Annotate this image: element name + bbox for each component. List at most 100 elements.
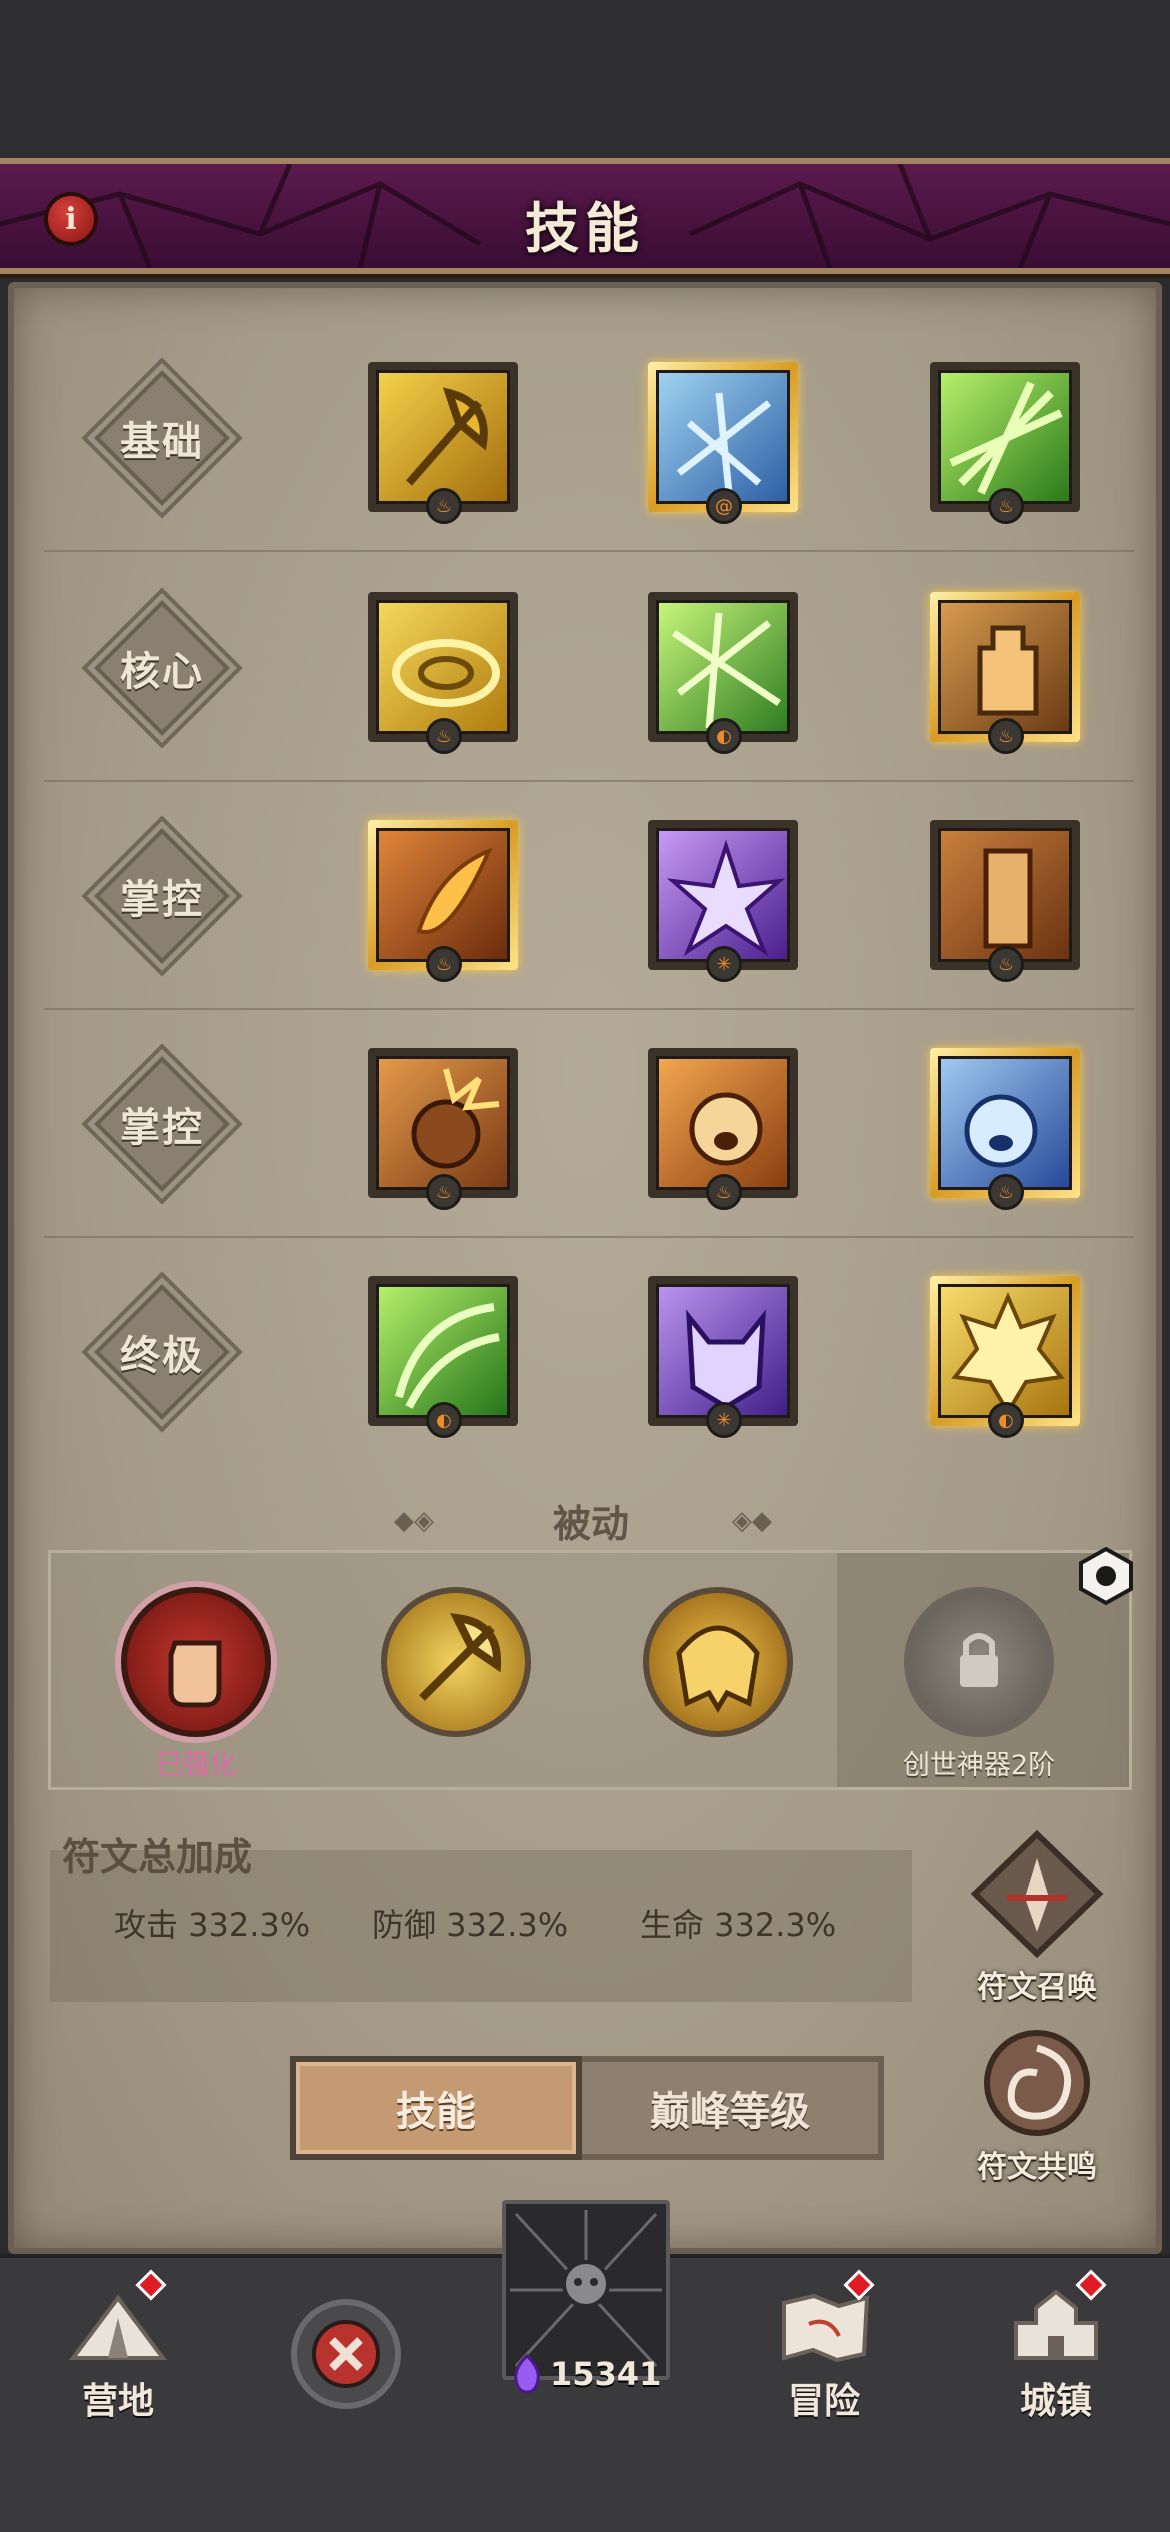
passive-orb-fist[interactable] (121, 1587, 271, 1737)
rune-summon-icon (970, 1829, 1104, 1959)
skill-slot-war-cry[interactable]: ♨ (648, 1048, 798, 1210)
skill-slot-rage[interactable]: ♨ (368, 1048, 518, 1210)
row-label: 终极 (120, 1333, 204, 1379)
passive-skills-box: 已强化 创世神器2阶 (48, 1546, 1133, 1790)
gem-currency: 15341 (510, 2352, 670, 2396)
skill-slot-axe-gold[interactable]: ♨ (368, 362, 518, 524)
row-label-diamond: 基础 (92, 368, 232, 508)
fire-rune-icon: ♨ (988, 1174, 1024, 1210)
frost-shout-skill-icon (964, 1094, 1038, 1168)
rune-summon-button[interactable]: 符文召唤 (952, 1828, 1122, 2006)
earth-pillar-skill-icon (983, 848, 1033, 949)
skill-slot-leap[interactable]: ◐ (368, 1276, 518, 1438)
wind-slash-skill-icon (949, 381, 1063, 495)
passive-orb-axe[interactable] (381, 1587, 531, 1737)
star-rune-icon: ✳ (706, 1402, 742, 1438)
fire-rune-icon: ♨ (988, 946, 1024, 982)
skill-row-ultimate: 终极 ◐ ✳ ◐ (54, 1242, 1134, 1470)
axe-skill-icon (405, 387, 488, 486)
ice-blade-skill-icon (676, 392, 772, 494)
skill-row-core: 核心 ♨ ◐ ♨ (54, 558, 1134, 786)
rune-resonance-label: 符文共鸣 (977, 2150, 1097, 2185)
tab-peak-level[interactable]: 巅峰等级 (582, 2056, 884, 2160)
row-label-diamond: 核心 (92, 598, 232, 738)
fire-rune-icon: ♨ (706, 1174, 742, 1210)
whirlwind-skill-icon (392, 639, 500, 707)
row-divider (44, 780, 1134, 782)
defense-stat: 防御 332.3% (372, 1906, 569, 1944)
rune-resonance-button[interactable]: 符文共鸣 (952, 2028, 1122, 2186)
row-label-diamond: 掌控 (92, 1054, 232, 1194)
tab-skills[interactable]: 技能 (290, 2056, 582, 2160)
attack-stat: 攻击 332.3% (114, 1906, 311, 1944)
passive-orb-locked[interactable] (904, 1587, 1054, 1737)
leap-skill-icon (395, 1303, 500, 1409)
orb-label-locked: 创世神器2阶 (902, 1750, 1056, 1781)
ancient-wrath-skill-icon (951, 1291, 1065, 1415)
nav-close[interactable] (266, 2294, 426, 2418)
close-icon (291, 2299, 401, 2409)
skills-panel: 基础 ♨ @ ♨ 核心 ♨ ◐ ♨ 掌控 ♨ ✳ ♨ 掌控 ♨ ♨ ♨ 终极 ◐… (8, 282, 1162, 2254)
health-stat: 生命 332.3% (640, 1906, 837, 1944)
skill-slot-storm-slash[interactable]: ◐ (648, 592, 798, 754)
rage-skill-icon (411, 1068, 500, 1169)
skill-slot-void-burst[interactable]: ✳ (648, 820, 798, 982)
tent-icon (69, 2294, 167, 2360)
skill-slot-wind-slash[interactable]: ♨ (930, 362, 1080, 524)
nav-town[interactable]: 城镇 (976, 2288, 1136, 2424)
skill-slot-ancient-wrath[interactable]: ◐ (930, 1276, 1080, 1438)
skill-row-mastery-2: 掌控 ♨ ♨ ♨ (54, 1014, 1134, 1242)
fire-charge-skill-icon (416, 847, 493, 934)
skill-slot-totem[interactable]: ♨ (930, 592, 1080, 754)
skill-slot-whirlwind[interactable]: ♨ (368, 592, 518, 754)
lock-icon (960, 1633, 998, 1687)
skill-slot-fire-charge[interactable]: ♨ (368, 820, 518, 982)
fire-rune-icon: ♨ (988, 488, 1024, 524)
war-cry-skill-icon (689, 1092, 763, 1166)
artifact-icon[interactable] (1075, 1545, 1137, 1607)
claw-rune-icon: ◐ (426, 1402, 462, 1438)
fire-rune-icon: ♨ (426, 488, 462, 524)
fire-rune-icon: ♨ (988, 718, 1024, 754)
fire-rune-icon: ♨ (426, 718, 462, 754)
skull-portal-icon (510, 2210, 662, 2368)
map-icon (782, 2293, 870, 2363)
demon-call-skill-icon (686, 1309, 766, 1410)
helmet-icon (676, 1625, 760, 1713)
star-rune-icon: ✳ (706, 946, 742, 982)
fire-rune-icon: ♨ (426, 1174, 462, 1210)
row-label: 掌控 (120, 877, 204, 923)
passive-orb-helmet[interactable] (643, 1587, 793, 1737)
claw-rune-icon: ◐ (706, 718, 742, 754)
void-burst-skill-icon (666, 839, 786, 957)
row-label-diamond: 终极 (92, 1282, 232, 1422)
claw-rune-icon: ◐ (988, 1402, 1024, 1438)
rune-resonance-icon (984, 2030, 1090, 2136)
fist-icon (168, 1640, 222, 1708)
header-banner: i 技能 (0, 158, 1170, 274)
skill-slot-demon-call[interactable]: ✳ (648, 1276, 798, 1438)
skill-slot-frost-shout[interactable]: ♨ (930, 1048, 1080, 1210)
skill-slot-ice-blade[interactable]: @ (648, 362, 798, 524)
nav-adventure[interactable]: 冒险 (744, 2288, 904, 2424)
swirl-rune-icon: @ (706, 488, 742, 524)
row-label: 基础 (120, 419, 204, 465)
nav-camp[interactable]: 营地 (38, 2288, 198, 2424)
page-title: 技能 (525, 197, 645, 260)
ornament-right: ◈◆ (732, 1506, 772, 1536)
nav-camp-label: 营地 (81, 2381, 154, 2422)
row-label: 核心 (120, 649, 204, 695)
skill-row-basic: 基础 ♨ @ ♨ (54, 328, 1134, 556)
skill-row-mastery-1: 掌控 ♨ ✳ ♨ (54, 786, 1134, 1014)
nav-town-label: 城镇 (1019, 2381, 1092, 2422)
passive-title: 被动 (552, 1502, 629, 1546)
row-divider (44, 1236, 1134, 1238)
row-label: 掌控 (120, 1105, 204, 1151)
totem-skill-icon (977, 625, 1039, 716)
currency-value: 15341 (550, 2355, 662, 2393)
skill-slot-earth-pillar[interactable]: ♨ (930, 820, 1080, 982)
purple-gem-icon (514, 2354, 540, 2394)
fire-rune-icon: ♨ (426, 946, 462, 982)
castle-icon (1014, 2289, 1098, 2360)
axe-icon (419, 1613, 502, 1701)
